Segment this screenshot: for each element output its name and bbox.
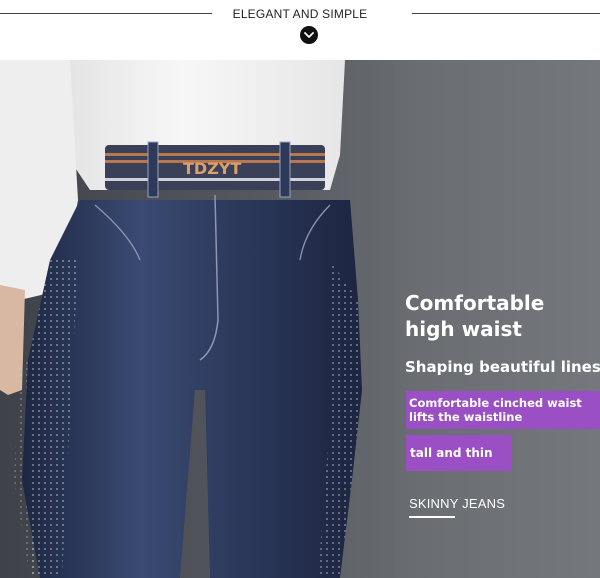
chevron-down-icon[interactable]	[300, 26, 318, 44]
category-label: SKINNY JEANS	[409, 496, 506, 511]
waistband-brand: TDZYT	[183, 159, 241, 178]
section-title: ELEGANT AND SIMPLE	[232, 7, 368, 21]
product-photo: TDZYT Comfortable high waist Shaping bea…	[0, 60, 600, 578]
feature-tag-cinched-waist: Comfortable cinched waist lifts the wais…	[406, 391, 600, 429]
headline: Comfortable high waist	[405, 291, 545, 341]
section-header: ELEGANT AND SIMPLE	[0, 0, 600, 60]
feature-tag-tall-thin: tall and thin	[406, 435, 511, 471]
category-underline	[409, 516, 455, 518]
subheadline: Shaping beautiful lines	[405, 358, 600, 376]
header-rule-right	[412, 13, 600, 14]
